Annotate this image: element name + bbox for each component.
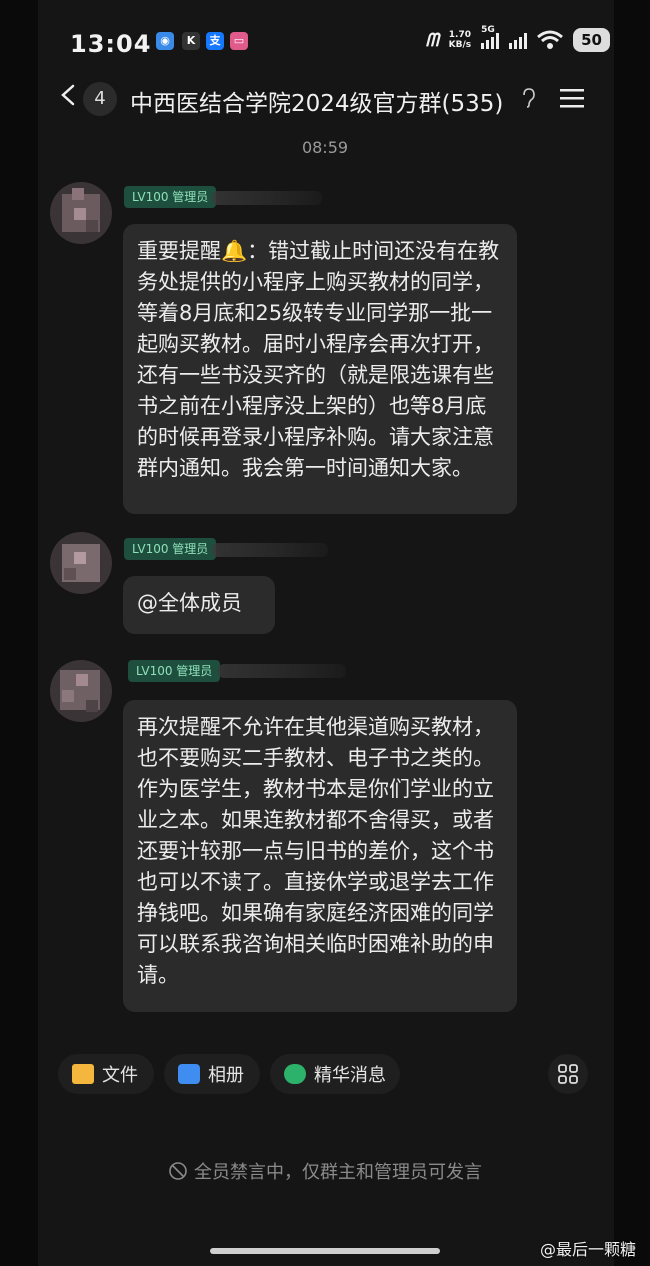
status-bar: 13:04 ◉ K 支 ▭ ᗰ 1.70 KB/s 5G 50 bbox=[0, 20, 650, 64]
battery-indicator: 50 bbox=[573, 28, 610, 52]
role-badge: LV100 管理员 bbox=[124, 186, 217, 208]
avatar[interactable] bbox=[50, 532, 112, 594]
message-timestamp: 08:59 bbox=[301, 138, 349, 157]
chat-header: 4 中西医结合学院2024级官方群(535) bbox=[38, 72, 614, 126]
shopping-app-icon: ▭ bbox=[230, 32, 248, 50]
signal-icon: 5G bbox=[481, 25, 500, 49]
highlights-button[interactable]: 精华消息 bbox=[270, 1054, 400, 1094]
message-bubble[interactable]: 再次提醒不允许在其他渠道购买教材，也不要购买二手教材、电子书之类的。作为医学生，… bbox=[123, 700, 517, 1012]
network-speed-value: 1.70 bbox=[448, 30, 471, 40]
role-badge: LV100 管理员 bbox=[128, 660, 221, 682]
sender-name-blurred bbox=[212, 191, 322, 205]
avatar[interactable] bbox=[50, 182, 112, 244]
sender-name-blurred bbox=[212, 543, 328, 557]
wifi-icon bbox=[537, 30, 564, 49]
home-indicator[interactable] bbox=[210, 1248, 440, 1254]
album-button[interactable]: 相册 bbox=[164, 1054, 260, 1094]
network-type: 5G bbox=[481, 25, 495, 35]
status-indicators: ᗰ 1.70 KB/s 5G 50 bbox=[425, 25, 610, 52]
photo-icon bbox=[178, 1064, 200, 1084]
clock: 13:04 bbox=[70, 30, 152, 58]
role-badge: LV100 管理员 bbox=[124, 538, 217, 560]
highlights-label: 精华消息 bbox=[314, 1065, 386, 1086]
album-label: 相册 bbox=[208, 1065, 244, 1086]
bilibili-app-icon: ◉ bbox=[156, 32, 174, 50]
mute-icon bbox=[169, 1162, 187, 1180]
folder-icon bbox=[72, 1064, 94, 1084]
back-arrow-icon[interactable] bbox=[58, 84, 80, 106]
nfc-icon: ᗰ bbox=[425, 29, 439, 51]
sender-name-blurred bbox=[218, 664, 346, 678]
mute-notice: 全员禁言中，仅群主和管理员可发言 bbox=[0, 1158, 650, 1184]
network-speed: 1.70 KB/s bbox=[449, 30, 471, 50]
alipay-app-icon: 支 bbox=[206, 32, 224, 50]
avatar[interactable] bbox=[50, 660, 112, 722]
files-button[interactable]: 文件 bbox=[58, 1054, 154, 1094]
message-bubble[interactable]: @全体成员 bbox=[123, 576, 275, 634]
grid-icon bbox=[558, 1064, 578, 1084]
kuaishou-app-icon: K bbox=[182, 32, 200, 50]
signal-icon-2 bbox=[509, 31, 528, 49]
highlight-star-icon bbox=[284, 1064, 306, 1084]
ear-mode-icon[interactable] bbox=[521, 88, 537, 108]
menu-icon[interactable] bbox=[558, 86, 586, 110]
unread-count-badge[interactable]: 4 bbox=[83, 82, 117, 116]
mute-notice-text: 全员禁言中，仅群主和管理员可发言 bbox=[194, 1162, 482, 1183]
more-apps-button[interactable] bbox=[548, 1054, 588, 1094]
group-title[interactable]: 中西医结合学院2024级官方群(535) bbox=[130, 84, 503, 118]
files-label: 文件 bbox=[102, 1065, 138, 1086]
watermark: @最后一颗糖 bbox=[539, 1240, 636, 1259]
message-bubble[interactable]: 重要提醒🔔：错过截止时间还没有在教务处提供的小程序上购买教材的同学，等着8月底和… bbox=[123, 224, 517, 514]
network-speed-unit: KB/s bbox=[448, 40, 472, 50]
group-tools-bar: 文件 相册 精华消息 bbox=[38, 1040, 614, 1106]
